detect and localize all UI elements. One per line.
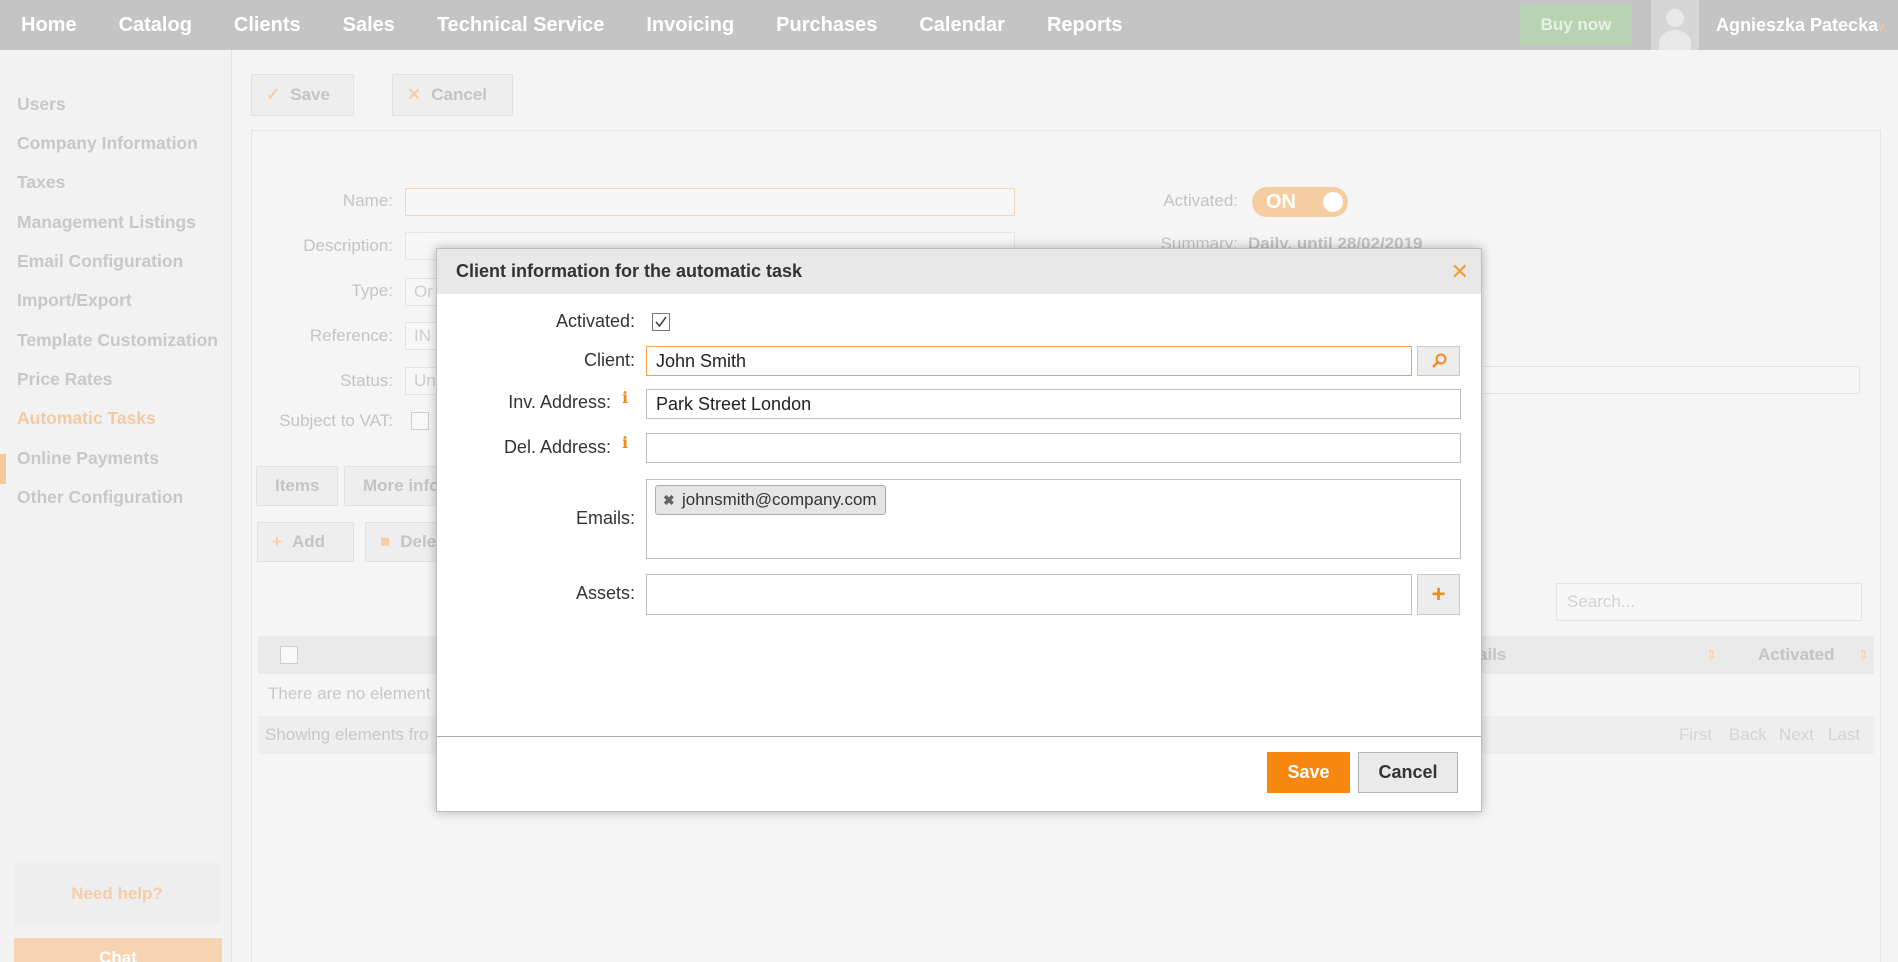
check-icon [655, 316, 667, 328]
need-help-link[interactable]: Need help? [14, 863, 220, 925]
email-tag-label: johnsmith@company.com [682, 490, 877, 509]
nav-home[interactable]: Home [0, 0, 98, 50]
save-button[interactable]: ✓ Save [251, 74, 354, 116]
nav-clients[interactable]: Clients [213, 0, 322, 50]
buy-now-button[interactable]: Buy now [1520, 5, 1632, 45]
plus-icon: + [272, 532, 282, 551]
search-input[interactable]: Search... [1556, 583, 1862, 621]
sort-icon[interactable]: ⇕ [1706, 636, 1717, 674]
cancel-button[interactable]: ✕ Cancel [392, 74, 513, 116]
dialog-header: Client information for the automatic tas… [437, 249, 1481, 294]
vat-checkbox[interactable] [411, 412, 429, 430]
check-icon: ✓ [266, 85, 281, 104]
emails-tag-input[interactable]: ✖ johnsmith@company.com [646, 479, 1461, 559]
info-icon[interactable]: i [622, 433, 628, 452]
del-address-label: Del. Address: [503, 437, 611, 457]
dialog-save-button[interactable]: Save [1267, 752, 1350, 793]
extra-field-input[interactable] [1470, 366, 1860, 394]
del-address-input[interactable] [646, 433, 1461, 463]
add-asset-button[interactable]: + [1417, 574, 1460, 615]
chat-button[interactable]: Chat [14, 938, 222, 962]
settings-sidebar: Users Company Information Taxes Manageme… [0, 50, 232, 962]
sidebar-item-company-information[interactable]: Company Information [17, 133, 198, 154]
sidebar-item-taxes[interactable]: Taxes [17, 172, 65, 193]
delete-item-label: Dele [400, 532, 437, 551]
search-icon [1431, 353, 1446, 368]
inv-address-input[interactable]: Park Street London [646, 389, 1461, 419]
chevron-down-icon[interactable]: ∨ [1876, 0, 1886, 52]
name-input[interactable] [405, 188, 1015, 216]
nav-reports[interactable]: Reports [1026, 0, 1144, 50]
select-all-checkbox[interactable] [280, 646, 298, 664]
dialog-divider [437, 736, 1481, 737]
dialog-cancel-button[interactable]: Cancel [1358, 752, 1458, 793]
nav-sales[interactable]: Sales [322, 0, 416, 50]
main-menu: Home Catalog Clients Sales Technical Ser… [0, 0, 1144, 50]
dialog-title: Client information for the automatic tas… [456, 261, 803, 281]
email-tag: ✖ johnsmith@company.com [655, 485, 886, 515]
emails-label: Emails: [575, 508, 635, 528]
pager-next[interactable]: Next [1779, 716, 1814, 754]
info-icon[interactable]: i [622, 388, 628, 407]
trash-icon: ■ [380, 532, 391, 551]
description-label: Description: [303, 236, 393, 255]
col-emails[interactable]: ails [1478, 636, 1506, 674]
remove-tag-icon[interactable]: ✖ [663, 486, 675, 514]
col-activated[interactable]: Activated [1758, 636, 1835, 674]
nav-purchases[interactable]: Purchases [755, 0, 898, 50]
sidebar-item-automatic-tasks[interactable]: Automatic Tasks [17, 408, 156, 429]
assets-input[interactable] [646, 574, 1412, 615]
close-icon: ✕ [407, 85, 422, 104]
add-item-label: Add [291, 532, 325, 551]
activated-checkbox[interactable] [652, 313, 670, 331]
vat-label: Subject to VAT: [279, 411, 393, 430]
status-label: Status: [340, 371, 393, 390]
sidebar-item-email-configuration[interactable]: Email Configuration [17, 251, 183, 272]
pager-back[interactable]: Back [1729, 716, 1767, 754]
sidebar-active-indicator [0, 454, 6, 484]
empty-table-message: There are no element [268, 684, 431, 703]
sidebar-item-users[interactable]: Users [17, 94, 66, 115]
tab-items[interactable]: Items [256, 466, 339, 506]
activated-label: Activated: [1163, 191, 1238, 210]
activated-label: Activated: [555, 311, 635, 331]
save-button-label: Save [290, 85, 330, 104]
delete-item-button[interactable]: ■ Dele [365, 522, 445, 562]
type-label: Type: [351, 281, 393, 300]
client-info-dialog: Client information for the automatic tas… [436, 248, 1482, 812]
sidebar-item-online-payments[interactable]: Online Payments [17, 448, 159, 469]
nav-calendar[interactable]: Calendar [898, 0, 1026, 50]
sidebar-item-other-configuration[interactable]: Other Configuration [17, 487, 183, 508]
add-item-button[interactable]: + Add [257, 522, 354, 562]
sidebar-item-template-customization[interactable]: Template Customization [17, 330, 218, 351]
reference-label: Reference: [309, 326, 393, 345]
sort-icon[interactable]: ⇕ [1858, 636, 1869, 674]
nav-invoicing[interactable]: Invoicing [625, 0, 755, 50]
client-input[interactable]: John Smith [646, 346, 1412, 376]
avatar[interactable] [1651, 0, 1699, 50]
assets-label: Assets: [575, 583, 635, 603]
pager-last[interactable]: Last [1828, 716, 1860, 754]
pager-first[interactable]: First [1679, 716, 1712, 754]
close-icon[interactable]: ✕ [1451, 249, 1469, 294]
plus-icon: + [1431, 581, 1446, 608]
inv-address-label: Inv. Address: [508, 392, 611, 412]
client-label: Client: [583, 350, 635, 370]
client-search-button[interactable] [1417, 346, 1460, 376]
name-label: Name: [342, 191, 393, 210]
nav-technical-service[interactable]: Technical Service [416, 0, 626, 50]
cancel-button-label: Cancel [431, 85, 487, 104]
activated-toggle-text: ON [1266, 191, 1296, 213]
sidebar-item-import-export[interactable]: Import/Export [17, 290, 132, 311]
pagination-info: Showing elements fro [265, 725, 429, 744]
top-navbar: Home Catalog Clients Sales Technical Ser… [0, 0, 1898, 50]
sidebar-item-price-rates[interactable]: Price Rates [17, 369, 112, 390]
activated-toggle[interactable]: ON [1252, 187, 1348, 217]
sidebar-item-management-listings[interactable]: Management Listings [17, 212, 196, 233]
nav-catalog[interactable]: Catalog [98, 0, 213, 50]
user-name[interactable]: Agnieszka Patecka [1716, 0, 1878, 50]
